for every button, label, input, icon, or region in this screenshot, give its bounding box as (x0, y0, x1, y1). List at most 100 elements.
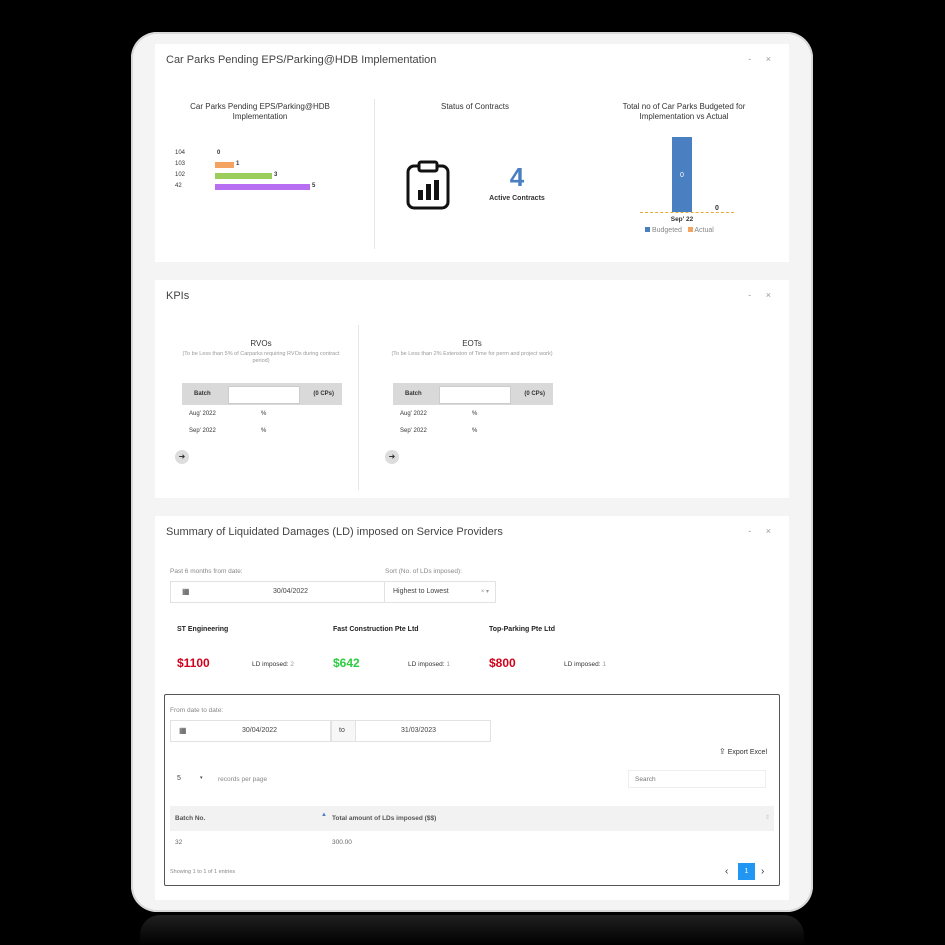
table-info: Showing 1 to 1 of 1 entries (170, 869, 236, 875)
pending-chart-title: Car Parks Pending EPS/Parking@HDB Implem… (190, 102, 330, 121)
legend-label-budgeted: Budgeted (651, 227, 682, 234)
legend-label-actual: Actual (694, 227, 714, 234)
to-text: to (339, 727, 345, 734)
search-input[interactable] (628, 770, 766, 788)
divider (374, 99, 375, 249)
eot-month: Aug' 2022 (400, 411, 427, 417)
dropdown-icon: ▾ (200, 775, 203, 781)
device-frame: Car Parks Pending EPS/Parking@HDB Implem… (131, 32, 813, 912)
active-contracts-label: Active Contracts (489, 195, 545, 202)
provider-name: Fast Construction Pte Ltd (333, 626, 419, 633)
ld-count: 1 (446, 661, 450, 668)
export-excel-button[interactable]: ⇪ Export Excel (719, 747, 767, 756)
provider-amount: $800 (489, 656, 516, 670)
bar-category-label: 42 (175, 183, 182, 189)
clipboard-chart-icon (406, 160, 450, 210)
liquidated-damages-panel: Summary of Liquidated Damages (LD) impos… (155, 516, 789, 900)
range-calendar-button[interactable]: ▦ (170, 720, 198, 742)
bar (215, 173, 272, 179)
next-page-icon[interactable]: › (761, 866, 764, 877)
budget-chart-title: Total no of Car Parks Budgeted for Imple… (622, 102, 746, 121)
bar-category-label: 104 (175, 150, 186, 156)
bar-value-label: 0 (217, 150, 221, 156)
page-button-1[interactable]: 1 (738, 863, 755, 880)
budget-legend: Budgeted Actual (645, 227, 714, 234)
panel-controls[interactable]: - × (748, 54, 777, 64)
from-date-value: 30/04/2022 (242, 727, 278, 734)
rvo-note: (To be Less than 5% of Carparks requirin… (182, 351, 340, 364)
calendar-icon: ▦ (182, 587, 190, 596)
provider-ld-count: LD imposed: 2 (252, 661, 294, 668)
sort-label: Sort (No. of LDs imposed): (385, 568, 462, 575)
past-date-calendar-button[interactable]: ▦ (170, 581, 204, 603)
ld-count: 1 (602, 661, 606, 668)
budgeted-bar-label: 0 (680, 172, 684, 179)
provider-amount: $1100 (177, 656, 210, 670)
bar-category-label: 103 (175, 161, 186, 167)
panel-controls[interactable]: - × (748, 526, 777, 536)
ld-label: LD imposed: (408, 661, 445, 668)
to-date-value: 31/03/2023 (401, 727, 437, 734)
bar-value-label: 3 (274, 172, 278, 178)
cps-count: (0 CPs) (313, 391, 334, 397)
from-date-input[interactable]: 30/04/2022 (197, 720, 331, 742)
kpis-panel: KPIs - × RVOs (To be Less than 5% of Car… (155, 280, 789, 498)
panel-controls[interactable]: - × (748, 290, 777, 300)
bar-value-label: 1 (236, 161, 240, 167)
provider-ld-count: LD imposed: 1 (408, 661, 450, 668)
provider-name: ST Engineering (177, 626, 229, 633)
ld-table-box: From date to date: ▦ 30/04/2022 to 31/03… (164, 694, 780, 886)
provider-name: Top-Parking Pte Ltd (489, 626, 555, 633)
batch-select[interactable] (439, 386, 511, 404)
range-label: From date to date: (170, 707, 224, 714)
bar (215, 162, 234, 168)
contracts-title: Status of Contracts (440, 102, 510, 111)
eot-value: % (472, 411, 478, 417)
actual-bar-label: 0 (715, 205, 719, 212)
provider-ld-count: LD imposed: 1 (564, 661, 606, 668)
batch-label: Batch (194, 391, 211, 397)
records-label: records per page (218, 776, 268, 783)
panel-title: Car Parks Pending EPS/Parking@HDB Implem… (166, 54, 437, 66)
sort-icon[interactable]: ⇕ (765, 814, 770, 821)
cell-batch-no: 32 (175, 839, 183, 846)
legend-swatch-actual (687, 227, 693, 232)
rvo-month: Sep' 2022 (189, 428, 216, 434)
active-contracts-count: 4 (509, 162, 525, 192)
to-date-input[interactable]: 31/03/2023 (355, 720, 491, 742)
column-total-amount[interactable]: Total amount of LDs imposed ($$) (332, 815, 436, 822)
eot-title: EOTs (462, 339, 482, 348)
budget-x-tick: Sep' 22 (670, 216, 694, 223)
prev-page-icon[interactable]: ‹ (725, 866, 728, 877)
batch-select[interactable] (228, 386, 300, 404)
eot-batch-header: Batch (0 CPs) (393, 383, 553, 405)
rvo-value: % (261, 428, 267, 434)
calendar-icon: ▦ (179, 726, 187, 735)
sort-clear-dropdown-icon[interactable]: × ▾ (481, 588, 489, 595)
batch-label: Batch (405, 391, 422, 397)
sort-ascending-icon[interactable]: ▲ (321, 812, 327, 818)
panel-title: Summary of Liquidated Damages (LD) impos… (166, 526, 503, 538)
page-size-value: 5 (177, 775, 181, 782)
eot-next-arrow-icon[interactable]: ➜ (385, 450, 399, 464)
legend-swatch-budgeted (645, 227, 650, 232)
eot-value: % (472, 428, 478, 434)
cell-total-amount: 300.00 (332, 839, 352, 846)
target-line (640, 212, 734, 213)
bar-value-label: 5 (312, 183, 316, 189)
rvo-month: Aug' 2022 (189, 411, 216, 417)
table-header: Batch No. ▲ Total amount of LDs imposed … (170, 806, 774, 831)
to-label: to (331, 720, 356, 742)
eot-month: Sep' 2022 (400, 428, 427, 434)
column-batch-no[interactable]: Batch No. (175, 815, 205, 822)
rvo-next-arrow-icon[interactable]: ➜ (175, 450, 189, 464)
car-parks-panel: Car Parks Pending EPS/Parking@HDB Implem… (155, 44, 789, 262)
sort-select[interactable]: Highest to Lowest × ▾ (384, 581, 496, 603)
divider (358, 325, 359, 490)
rvo-batch-header: Batch (0 CPs) (182, 383, 342, 405)
ld-count: 2 (290, 661, 294, 668)
upload-icon: ⇪ (719, 747, 726, 756)
past-date-input[interactable]: 30/04/2022 (203, 581, 385, 603)
table-row: 32 300.00 (170, 832, 774, 852)
page-size-select[interactable]: 5 ▾ (170, 769, 210, 789)
